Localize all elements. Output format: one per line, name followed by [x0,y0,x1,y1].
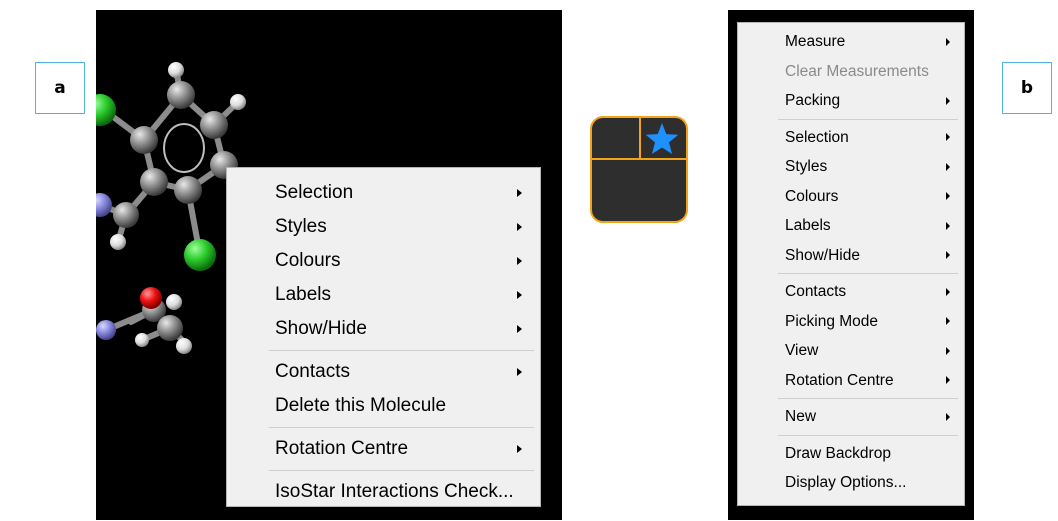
menu-item-label: Picking Mode [785,312,879,330]
menu-item-label: Measure [785,33,846,50]
menu-item-label: Styles [785,158,828,175]
window-layout-icon[interactable] [590,116,688,223]
menu-item-label: IsoStar Interactions Check... [275,481,514,502]
menu-item-colours[interactable]: Colours [738,182,964,212]
submenu-arrow-icon [946,376,950,385]
menu-item-label: Contacts [785,283,847,300]
menu-item-selection[interactable]: Selection [227,176,540,210]
submenu-arrow-icon [946,162,950,171]
menu-item-rotation-centre[interactable]: Rotation Centre [738,366,964,396]
menu-item-view[interactable]: View [738,336,964,366]
submenu-arrow-icon [946,287,950,296]
menu-item-clear-measurements: Clear Measurements [738,57,964,87]
menu-item-label: Display Options... [785,474,907,491]
menu-item-show-hide[interactable]: Show/Hide [738,241,964,271]
menu-separator [778,118,958,120]
menu-item-colours[interactable]: Colours [227,244,540,278]
menu-item-label: Selection [785,128,849,146]
menu-item-label: Styles [275,216,327,237]
menu-item-contacts[interactable]: Contacts [227,355,540,389]
menu-item-packing[interactable]: Packing [738,86,964,116]
submenu-arrow-icon [946,346,950,355]
menu-item-label: Rotation Centre [785,371,894,389]
context-menu-a: Selection Styles Colours Labels Show/Hid… [226,167,541,507]
menu-item-label: View [785,342,819,359]
submenu-arrow-icon [517,189,522,197]
menu-separator [778,434,958,436]
menu-separator [778,273,958,274]
menu-item-labels[interactable]: Labels [738,211,964,241]
menu-item-picking-mode[interactable]: Picking Mode [738,307,964,337]
menu-item-measure[interactable]: Measure [738,27,964,57]
menu-item-new[interactable]: New [738,402,964,432]
submenu-arrow-icon [946,37,950,46]
star-icon [645,123,679,154]
menu-item-draw-backdrop[interactable]: Draw Backdrop [738,439,964,469]
menu-item-label: Labels [785,217,831,234]
submenu-arrow-icon [517,368,522,376]
panel-label-b: b [1002,62,1052,114]
menu-item-label: Packing [785,92,841,109]
menu-item-styles[interactable]: Styles [738,152,964,182]
menu-item-label: Delete this Molecule [275,395,447,416]
menu-separator [269,470,534,471]
menu-item-labels[interactable]: Labels [227,278,540,312]
menu-item-rotation-centre[interactable]: Rotation Centre [227,432,540,466]
menu-item-label: Clear Measurements [785,62,929,80]
menu-item-label: Draw Backdrop [785,444,891,462]
submenu-arrow-icon [517,445,522,453]
submenu-arrow-icon [517,291,522,299]
submenu-arrow-icon [517,257,522,265]
menu-item-delete-molecule[interactable]: Delete this Molecule [227,389,540,423]
menu-item-label: Contacts [275,361,350,382]
menu-item-label: Labels [275,284,331,305]
molecule-viewer[interactable]: Selection Styles Colours Labels Show/Hid… [96,10,562,520]
submenu-arrow-icon [946,133,950,142]
menu-separator [778,398,958,399]
menu-item-label: Show/Hide [785,246,860,264]
submenu-arrow-icon [517,325,522,333]
context-menu-b: Measure Clear Measurements Packing Selec… [737,22,965,506]
menu-item-selection[interactable]: Selection [738,123,964,153]
submenu-arrow-icon [946,412,950,421]
menu-item-styles[interactable]: Styles [227,210,540,244]
layout-divider-vertical [639,118,641,158]
menu-item-label: Selection [275,182,354,203]
menu-item-label: Show/Hide [275,318,367,339]
viewer-b: Measure Clear Measurements Packing Selec… [728,10,974,520]
menu-item-contacts[interactable]: Contacts [738,277,964,307]
menu-item-show-hide[interactable]: Show/Hide [227,312,540,346]
submenu-arrow-icon [946,192,950,201]
submenu-arrow-icon [946,251,950,260]
menu-item-label: New [785,408,817,425]
menu-item-label: Colours [785,187,839,205]
menu-item-isostar-check[interactable]: IsoStar Interactions Check... [227,475,540,509]
menu-item-label: Colours [275,250,341,271]
submenu-arrow-icon [946,221,950,230]
menu-separator [269,427,534,428]
panel-label-a: a [35,62,85,114]
menu-item-label: Rotation Centre [275,438,409,459]
submenu-arrow-icon [517,223,522,231]
layout-divider-horizontal [592,158,686,160]
menu-separator [269,350,534,351]
menu-item-display-options[interactable]: Display Options... [738,468,964,498]
submenu-arrow-icon [946,96,950,105]
submenu-arrow-icon [946,317,950,326]
